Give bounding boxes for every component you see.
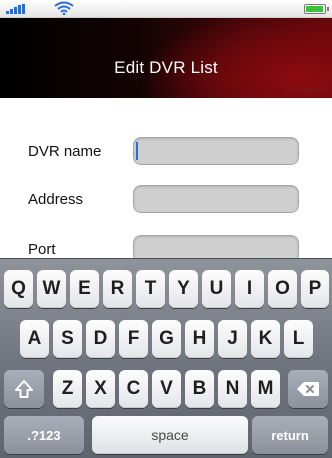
key-j[interactable]: J xyxy=(218,320,247,358)
address-field[interactable] xyxy=(133,185,299,213)
key-i[interactable]: I xyxy=(235,270,264,308)
numbers-key[interactable]: .?123 xyxy=(4,416,84,454)
dvr-name-field[interactable] xyxy=(133,137,299,165)
key-k[interactable]: K xyxy=(251,320,280,358)
key-z[interactable]: Z xyxy=(53,370,82,408)
key-g[interactable]: G xyxy=(152,320,181,358)
key-n[interactable]: N xyxy=(218,370,247,408)
key-x[interactable]: X xyxy=(86,370,115,408)
key-h[interactable]: H xyxy=(185,320,214,358)
page-title: Edit DVR List xyxy=(114,58,218,77)
key-s[interactable]: S xyxy=(53,320,82,358)
key-o[interactable]: O xyxy=(268,270,297,308)
key-w[interactable]: W xyxy=(37,270,66,308)
key-d[interactable]: D xyxy=(86,320,115,358)
backspace-key[interactable] xyxy=(288,370,328,408)
status-bar xyxy=(0,0,332,18)
key-q[interactable]: Q xyxy=(4,270,33,308)
key-b[interactable]: B xyxy=(185,370,214,408)
key-m[interactable]: M xyxy=(251,370,280,408)
battery-icon xyxy=(304,4,329,14)
key-p[interactable]: P xyxy=(301,270,329,308)
navigation-bar: Edit DVR List e-viewer xyxy=(0,18,332,98)
shift-arrow-icon xyxy=(15,380,33,398)
brand-watermark: e-viewer xyxy=(286,85,328,97)
key-r[interactable]: R xyxy=(103,270,132,308)
key-l[interactable]: L xyxy=(284,320,313,358)
onscreen-keyboard: Q W E R T Y U I O P A S D F G H J K L Z … xyxy=(0,258,332,458)
key-t[interactable]: T xyxy=(136,270,165,308)
dvr-name-input[interactable] xyxy=(134,138,298,164)
space-key[interactable]: space xyxy=(92,416,248,454)
key-f[interactable]: F xyxy=(119,320,148,358)
port-label: Port xyxy=(28,241,56,258)
key-c[interactable]: C xyxy=(119,370,148,408)
wifi-icon xyxy=(54,1,74,16)
shift-key[interactable] xyxy=(4,370,44,408)
text-cursor xyxy=(136,142,138,160)
return-key[interactable]: return xyxy=(252,416,328,454)
address-input[interactable] xyxy=(134,186,298,212)
address-label: Address xyxy=(28,191,84,208)
dvr-name-label: DVR name xyxy=(28,143,102,160)
key-u[interactable]: U xyxy=(202,270,231,308)
key-y[interactable]: Y xyxy=(169,270,198,308)
backspace-icon xyxy=(297,382,319,396)
key-e[interactable]: E xyxy=(70,270,99,308)
key-a[interactable]: A xyxy=(20,320,49,358)
signal-bars-icon xyxy=(6,4,28,14)
key-v[interactable]: V xyxy=(152,370,181,408)
